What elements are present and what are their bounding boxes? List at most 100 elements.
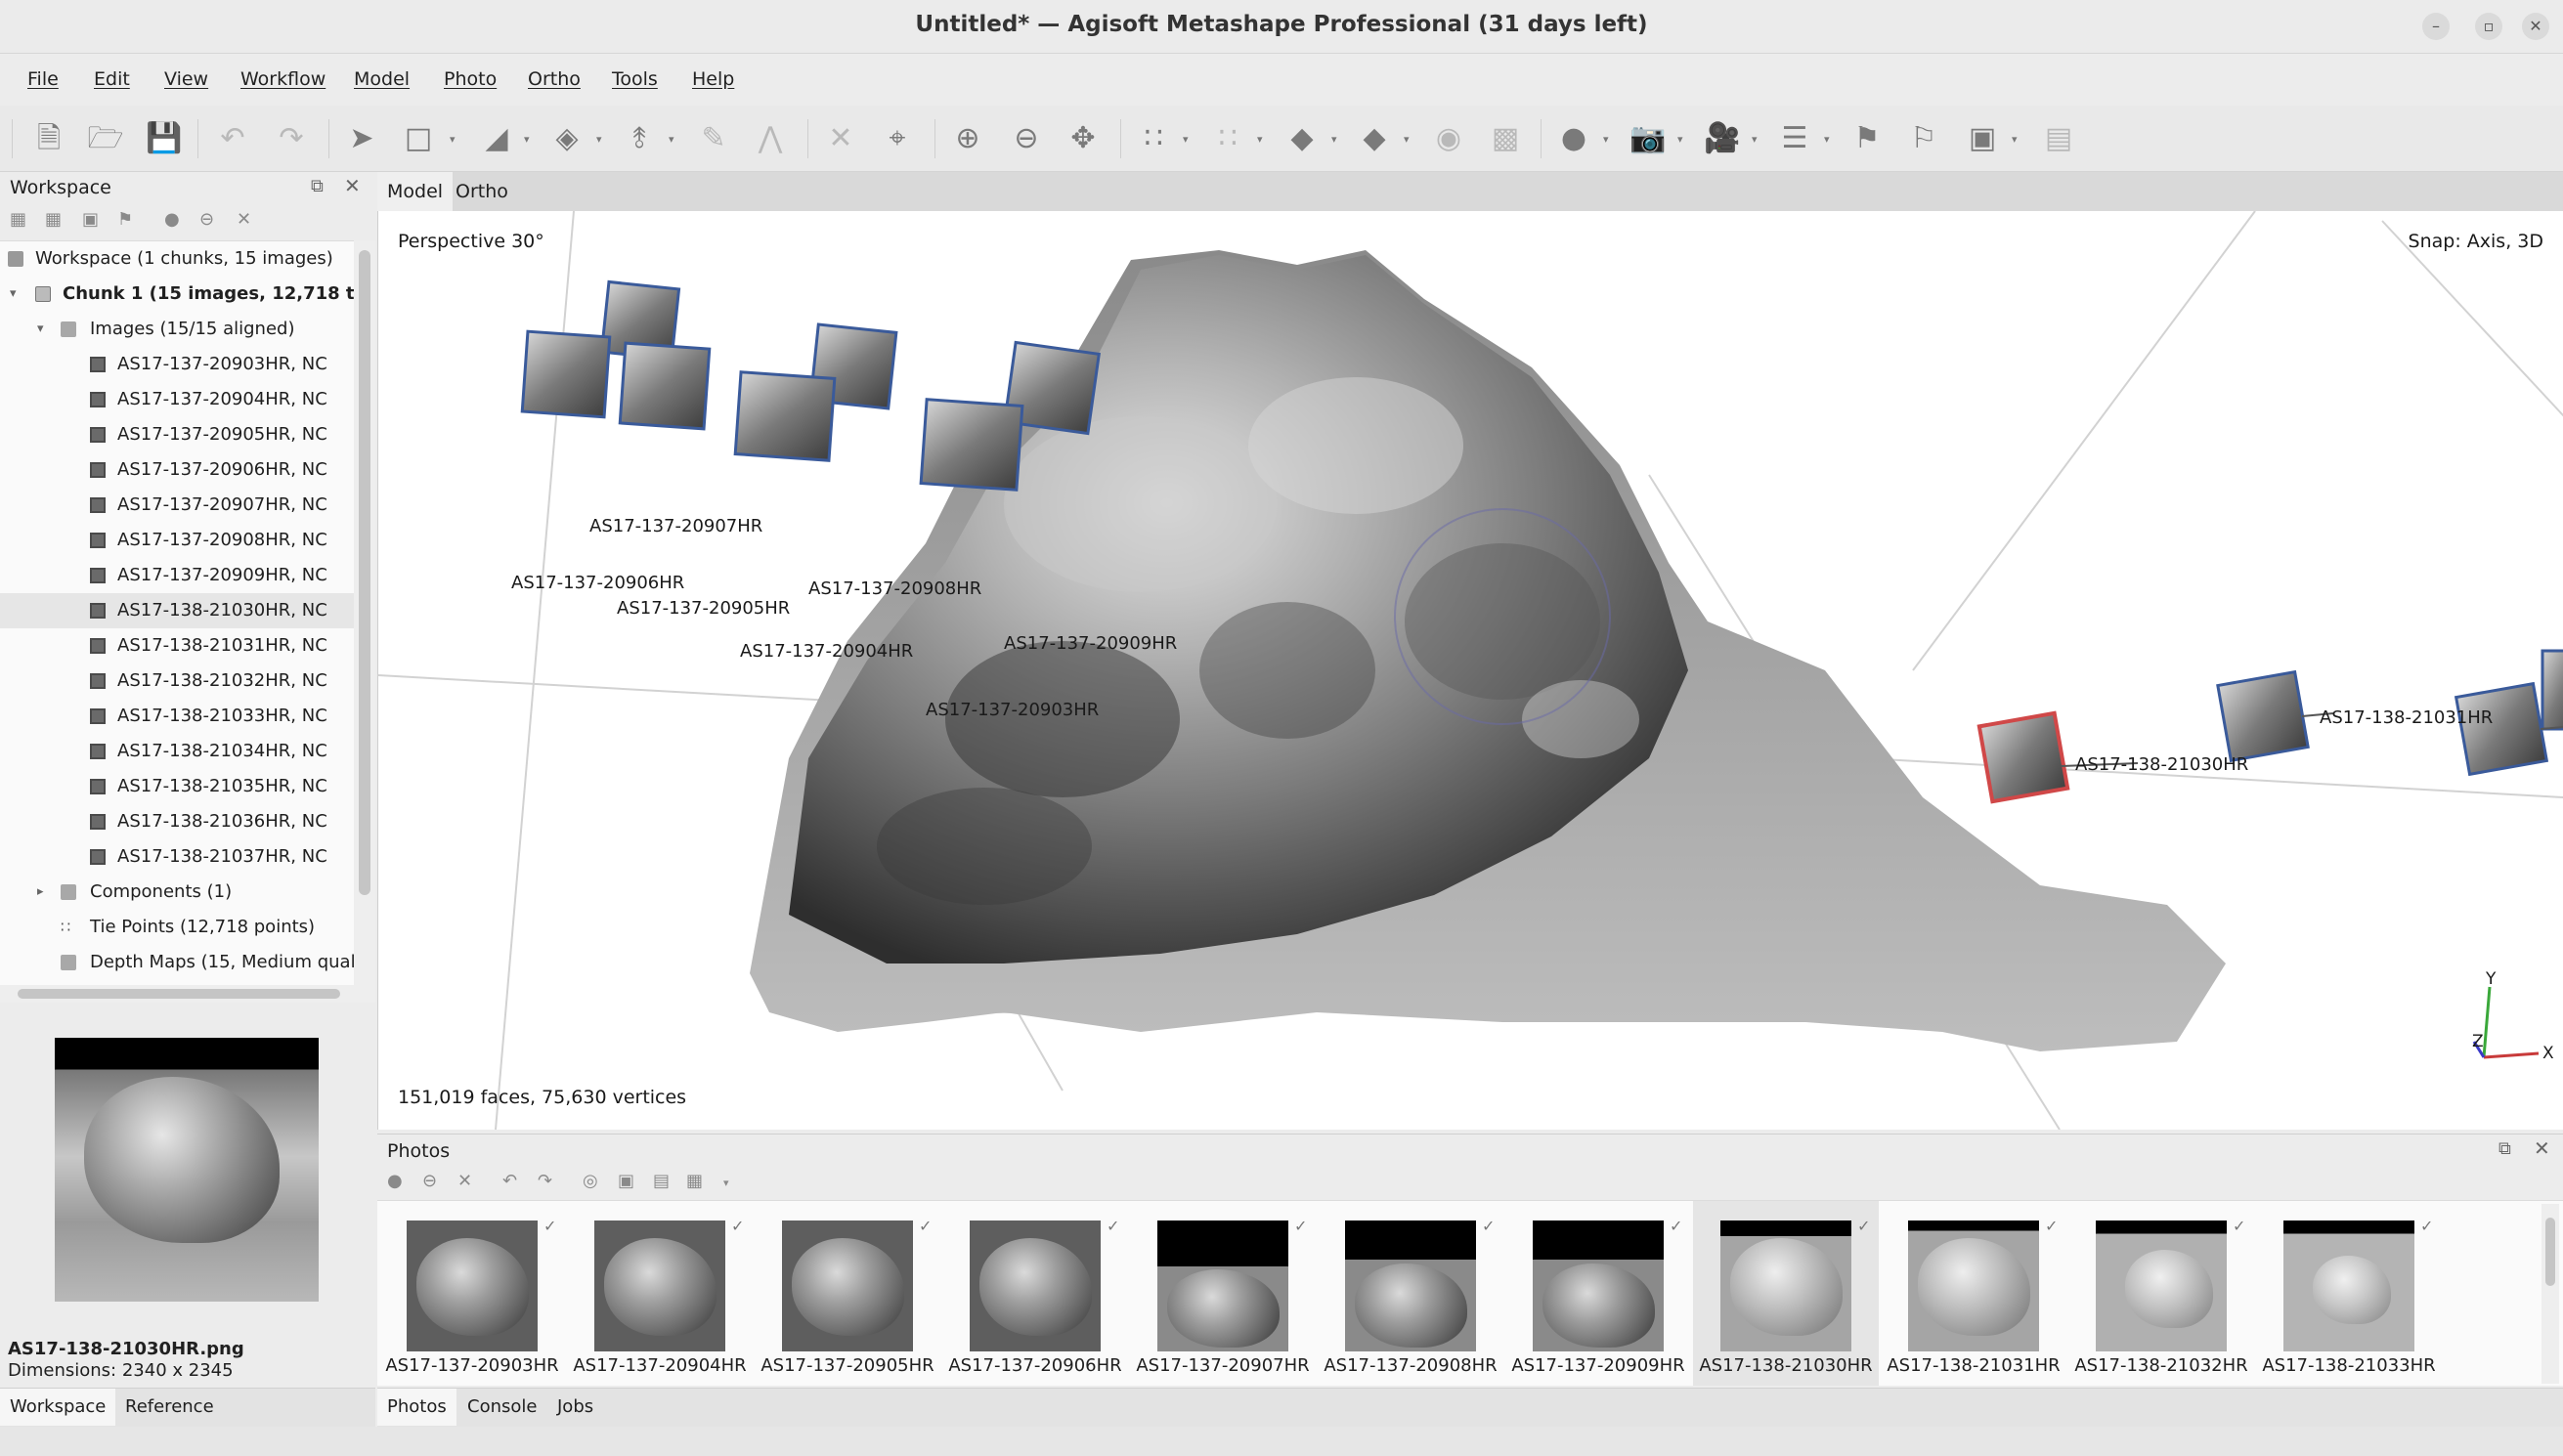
tree-image-item[interactable]: AS17-137-20909HR, NC <box>0 558 354 593</box>
eraser-icon[interactable]: ✎ <box>694 119 733 158</box>
remove-camera-icon[interactable]: ✕ <box>457 1171 472 1191</box>
zoom-in-icon[interactable]: ⊕ <box>948 119 987 158</box>
chevron-down-icon[interactable]: ▾ <box>1183 133 1193 146</box>
tiled-model-icon[interactable]: ◉ <box>1429 119 1468 158</box>
tree-image-item[interactable]: AS17-137-20906HR, NC <box>0 452 354 488</box>
photo-thumb[interactable]: ✓ AS17-137-20905HR <box>755 1201 940 1386</box>
photo-thumb[interactable]: ✓ AS17-138-21031HR <box>1881 1201 2066 1386</box>
chevron-down-icon[interactable]: ▾ <box>450 133 459 146</box>
camera-20903[interactable] <box>919 398 1024 492</box>
add-marker-icon[interactable]: ⚑ <box>117 209 133 230</box>
ruler-icon[interactable]: ⥉ <box>620 119 659 158</box>
tab-workspace[interactable]: Workspace <box>0 1389 116 1426</box>
chevron-down-icon[interactable]: ▾ <box>1603 133 1613 146</box>
view-mode-icon[interactable]: ▦ <box>686 1171 703 1191</box>
camera-20904[interactable] <box>733 370 837 462</box>
disable-icon[interactable]: ⊖ <box>199 209 214 230</box>
reset-filter-icon[interactable]: ▣ <box>618 1171 634 1191</box>
camera-21033[interactable] <box>2541 649 2563 731</box>
close-panel-icon[interactable]: ✕ <box>2534 1136 2550 1160</box>
scrollbar-thumb[interactable] <box>359 250 370 895</box>
chevron-down-icon[interactable]: ▾ <box>1257 133 1267 146</box>
remove-icon[interactable]: ✕ <box>237 209 251 230</box>
maximize-button[interactable]: ▫ <box>2475 13 2502 40</box>
tab-jobs[interactable]: Jobs <box>547 1389 603 1426</box>
chevron-down-icon[interactable]: ▾ <box>37 312 44 347</box>
crop-icon[interactable]: ⌖ <box>878 119 917 158</box>
zoom-out-icon[interactable]: ⊖ <box>1007 119 1046 158</box>
layers-icon[interactable]: ▤ <box>2039 119 2078 158</box>
model-viewport[interactable]: Perspective 30° Snap: Axis, 3D 151,019 f… <box>377 211 2563 1130</box>
camera-21032[interactable] <box>2454 681 2549 777</box>
show-info-icon[interactable]: ☰ <box>1775 119 1814 158</box>
menu-edit[interactable]: Edit <box>94 68 130 90</box>
undo-icon[interactable]: ↶ <box>213 119 252 158</box>
point-cloud-icon[interactable]: ∷ <box>1134 119 1173 158</box>
photos-scrollbar[interactable] <box>2541 1204 2559 1384</box>
menu-ortho[interactable]: Ortho <box>528 68 581 90</box>
menu-workflow[interactable]: Workflow <box>240 68 326 90</box>
show-cameras-icon[interactable]: 🎥 <box>1703 119 1742 158</box>
photo-thumb[interactable]: ✓ AS17-137-20904HR <box>567 1201 753 1386</box>
tree-image-item[interactable]: AS17-137-20907HR, NC <box>0 488 354 523</box>
tree-image-item[interactable]: AS17-137-20908HR, NC <box>0 523 354 558</box>
camera-21031[interactable] <box>2216 669 2310 763</box>
chevron-down-icon[interactable]: ▾ <box>1752 133 1761 146</box>
model-shaded-icon[interactable]: ◆ <box>1355 119 1394 158</box>
undock-icon[interactable]: ⧉ <box>311 176 324 196</box>
show-markers-icon[interactable]: ⚑ <box>1847 119 1887 158</box>
camera-21030-selected[interactable] <box>1977 710 2070 804</box>
chevron-down-icon[interactable]: ▾ <box>723 1177 729 1189</box>
polyline-icon[interactable]: ⋀ <box>751 119 790 158</box>
photo-thumb-selected[interactable]: ✓ AS17-138-21030HR <box>1693 1201 1879 1386</box>
menu-photo[interactable]: Photo <box>444 68 497 90</box>
tree-image-item[interactable]: AS17-138-21037HR, NC <box>0 839 354 875</box>
photo-thumb[interactable]: ✓ AS17-138-21032HR <box>2068 1201 2254 1386</box>
chevron-down-icon[interactable]: ▾ <box>2012 133 2021 146</box>
tree-vertical-scrollbar[interactable] <box>354 240 375 985</box>
add-folder-icon[interactable]: ▣ <box>82 209 99 230</box>
rotate-right-icon[interactable]: ↷ <box>538 1171 552 1191</box>
menu-help[interactable]: Help <box>692 68 734 90</box>
chevron-down-icon[interactable]: ▾ <box>1824 133 1834 146</box>
photo-thumb[interactable]: ✓ AS17-137-20908HR <box>1318 1201 1503 1386</box>
tree-image-item[interactable]: AS17-138-21034HR, NC <box>0 734 354 769</box>
chevron-down-icon[interactable]: ▾ <box>524 133 534 146</box>
photo-thumb[interactable]: ✓ AS17-137-20906HR <box>942 1201 1128 1386</box>
chevron-down-icon[interactable]: ▾ <box>1404 133 1413 146</box>
tree-components[interactable]: ▸ Components (1) <box>0 875 354 910</box>
close-panel-icon[interactable]: ✕ <box>344 174 361 197</box>
redo-icon[interactable]: ↷ <box>272 119 311 158</box>
photo-thumb[interactable]: ✓ AS17-138-21033HR <box>2256 1201 2442 1386</box>
add-chunk-icon[interactable]: ▦ <box>10 209 26 230</box>
photo-thumb[interactable]: ✓ AS17-137-20903HR <box>379 1201 565 1386</box>
chevron-right-icon[interactable]: ▸ <box>37 875 44 910</box>
tree-images-folder[interactable]: ▾ Images (15/15 aligned) <box>0 312 354 347</box>
tree-image-item[interactable]: AS17-138-21033HR, NC <box>0 699 354 734</box>
tree-image-item[interactable]: AS17-137-20905HR, NC <box>0 417 354 452</box>
camera-20905[interactable] <box>618 341 712 431</box>
enable-icon[interactable]: ● <box>164 209 180 230</box>
open-folder-icon[interactable]: 🗁 <box>86 119 125 158</box>
show-flags-icon[interactable]: ⚐ <box>1904 119 1943 158</box>
depth-maps-icon[interactable]: ◆ <box>1282 119 1322 158</box>
disable-camera-icon[interactable]: ⊖ <box>422 1171 437 1191</box>
photo-thumb[interactable]: ✓ AS17-137-20907HR <box>1130 1201 1316 1386</box>
tree-horizontal-scrollbar[interactable] <box>0 985 375 1003</box>
tree-root[interactable]: Workspace (1 chunks, 15 images) <box>0 241 354 277</box>
menu-file[interactable]: File <box>27 68 59 90</box>
minimize-button[interactable]: – <box>2422 13 2450 40</box>
add-photos-icon[interactable]: ▦ <box>45 209 62 230</box>
chevron-down-icon[interactable]: ▾ <box>669 133 678 146</box>
tree-image-item[interactable]: AS17-138-21032HR, NC <box>0 664 354 699</box>
chevron-down-icon[interactable]: ▾ <box>1677 133 1687 146</box>
filter-icon[interactable]: ◎ <box>583 1171 598 1191</box>
tab-ortho[interactable]: Ortho <box>446 172 518 211</box>
tree-depth-maps[interactable]: Depth Maps (15, Medium qualit <box>0 945 354 980</box>
tab-console[interactable]: Console <box>457 1389 546 1426</box>
dem-icon[interactable]: ▩ <box>1486 119 1525 158</box>
scrollbar-thumb[interactable] <box>2545 1218 2555 1286</box>
menu-view[interactable]: View <box>164 68 208 90</box>
image-icon[interactable]: ▤ <box>653 1171 670 1191</box>
tree-image-item[interactable]: AS17-137-20904HR, NC <box>0 382 354 417</box>
